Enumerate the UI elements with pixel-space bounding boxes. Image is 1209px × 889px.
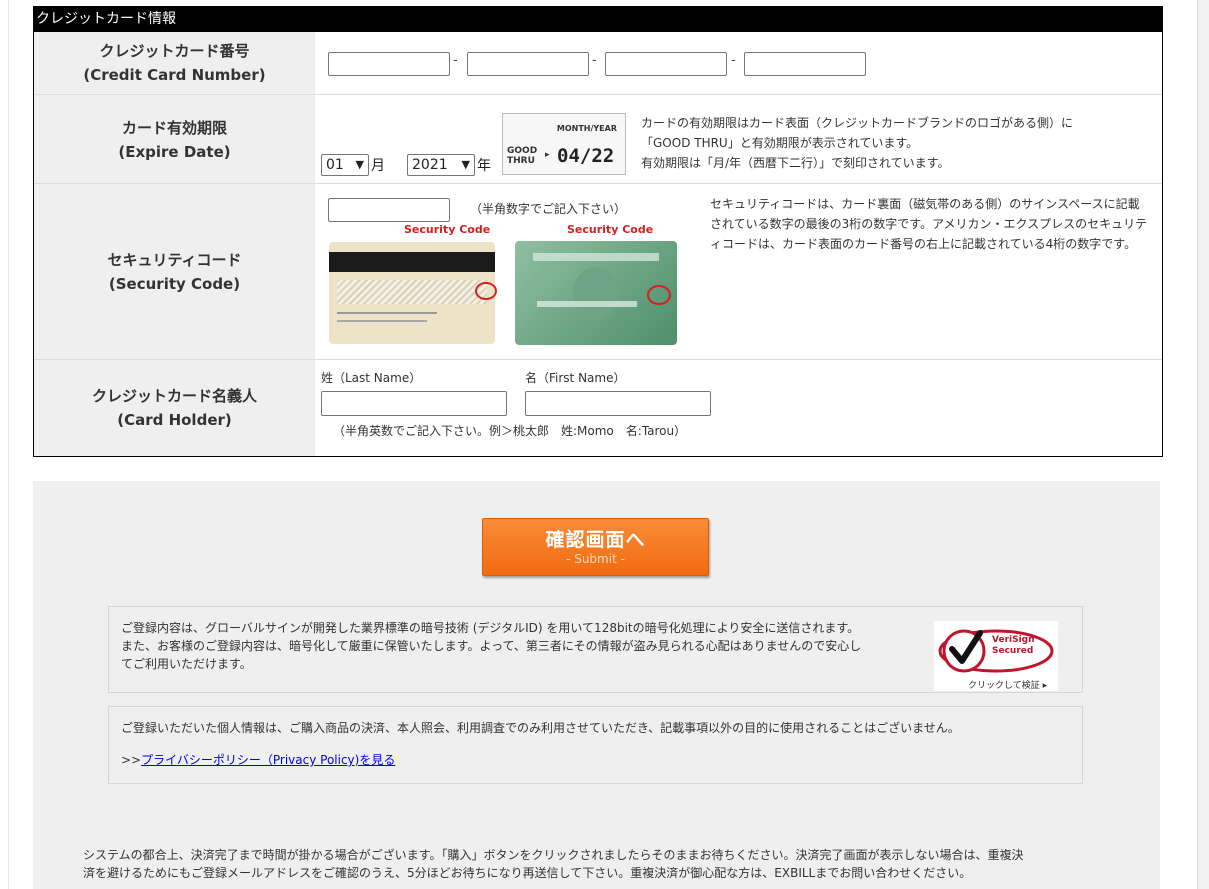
- confirmation-area: 確認画面へ - Submit - ご登録内容は、グローバルサインが開発した業界標…: [33, 481, 1160, 889]
- expire-note-line: カードの有効期限はカード表面（クレジットカードブランドのロゴがある側）に: [641, 116, 1074, 130]
- last-name-label: 姓（Last Name）: [321, 371, 422, 385]
- card-number-input-1[interactable]: [328, 52, 450, 76]
- card-holder-hint: （半角英数でご記入下さい。例＞桃太郎 姓:Momo 名:Tarou）: [333, 424, 687, 438]
- verisign-caption[interactable]: クリックして検証 ▸: [968, 677, 1047, 695]
- expire-date-note: カードの有効期限はカード表面（クレジットカードブランドのロゴがある側）に 「GO…: [641, 113, 1073, 173]
- expire-year-value: 2021: [412, 157, 448, 173]
- scrollbar[interactable]: [1197, 0, 1209, 889]
- section-title: クレジットカード情報: [34, 7, 1162, 32]
- submit-button-sublabel: - Submit -: [566, 552, 625, 566]
- submit-button-label: 確認画面へ: [545, 529, 646, 551]
- security-code-note: セキュリティコードは、カード裏面（磁気帯のある側）のサインスペースに記載されてい…: [710, 197, 1148, 251]
- ssl-info-box: ご登録内容は、グローバルサインが開発した業界標準の暗号技術 (デジタルID) を…: [108, 606, 1083, 693]
- sample-good-thru: GOOD THRU: [507, 146, 537, 166]
- card-number-separator: -: [731, 53, 736, 68]
- card-holder-fields: 姓（Last Name） 名（First Name） （半角英数でご記入下さい。…: [315, 360, 1162, 456]
- ssl-info-line: ご登録内容は、グローバルサインが開発した業界標準の暗号技術 (デジタルID) を…: [121, 621, 860, 635]
- card-number-separator: -: [453, 53, 458, 68]
- card-number-input-4[interactable]: [744, 52, 866, 76]
- privacy-box: ご登録いただいた個人情報は、ご購入商品の決済、本人照会、利用調査でのみ利用させて…: [108, 706, 1083, 784]
- bottom-note-line: 済を避けるためにもご登録メールアドレスをご確認のうえ、5分ほどお待ちになり再送信…: [83, 866, 972, 880]
- expire-month-select[interactable]: 01 ▼: [321, 154, 369, 176]
- security-code-input[interactable]: [328, 198, 450, 222]
- security-code-fields: （半角数字でご記入下さい） Security Code Security Cod…: [315, 184, 1162, 360]
- verisign-text: VeriSign Secured: [992, 635, 1035, 657]
- expire-date-label-jp: カード有効期限: [121, 118, 227, 137]
- card-number-fields: - - -: [315, 32, 1162, 94]
- verisign-badge[interactable]: VeriSign Secured クリックして検証 ▸: [934, 621, 1058, 691]
- expire-note-line: 有効期限は「月/年（西暦下二行）」で刻印されています。: [641, 156, 950, 170]
- card-back-image: [329, 242, 497, 344]
- privacy-policy-link[interactable]: プライバシーポリシー（Privacy Policy)を見る: [141, 753, 395, 767]
- amex-card-image: [515, 241, 677, 345]
- card-number-separator: -: [592, 53, 597, 68]
- privacy-text: ご登録いただいた個人情報は、ご購入商品の決済、本人照会、利用調査でのみ利用させて…: [121, 721, 960, 735]
- security-code-label-jp: セキュリティコード: [107, 251, 242, 269]
- card-number-label: クレジットカード番号 (Credit Card Number): [34, 32, 315, 94]
- card-holder-label-jp: クレジットカード名義人: [91, 387, 257, 405]
- sample-date: 04/22: [557, 145, 615, 167]
- first-name-input[interactable]: [525, 391, 711, 416]
- page-frame: [8, 0, 9, 889]
- security-code-label-back: Security Code: [404, 223, 491, 236]
- ssl-info-line: てご利用いただけます。: [121, 657, 252, 671]
- sample-good: GOOD: [507, 146, 538, 156]
- card-number-label-en: (Credit Card Number): [83, 66, 266, 84]
- card-number-input-2[interactable]: [467, 52, 589, 76]
- expire-note-line: 「GOOD THRU」と有効期限が表示されています。: [641, 136, 919, 150]
- security-code-label-en: (Security Code): [108, 275, 241, 293]
- security-code-label-front: Security Code: [567, 223, 654, 236]
- sample-month-year: MONTH/YEAR: [556, 124, 617, 133]
- ssl-info-line: また、お客様のご登録内容は、暗号化して厳重に保管いたします。よって、第三者にその…: [121, 639, 862, 653]
- card-holder-label-en: (Card Holder): [117, 411, 232, 429]
- card-number-input-3[interactable]: [605, 52, 727, 76]
- card-holder-row: クレジットカード名義人 (Card Holder) 姓（Last Name） 名…: [34, 359, 1162, 456]
- security-code-hint: （半角数字でご記入下さい）: [470, 202, 627, 216]
- expire-date-label-en: (Expire Date): [118, 142, 231, 161]
- expire-date-row: カード有効期限 (Expire Date) 01 ▼ 月 2021 ▼ 年 MO…: [34, 94, 1162, 184]
- chevron-down-icon: ▼: [355, 158, 364, 171]
- expire-month-value: 01: [326, 157, 344, 173]
- credit-card-form: クレジットカード情報 クレジットカード番号 (Credit Card Numbe…: [33, 6, 1163, 457]
- chevron-down-icon: ▼: [461, 158, 470, 171]
- verisign-line1: VeriSign: [992, 635, 1035, 645]
- expire-date-fields: 01 ▼ 月 2021 ▼ 年 MONTH/YEAR GOOD THRU ▸ 0…: [315, 95, 1162, 184]
- bottom-note: システムの都合上、決済完了まで時間が掛かる場合がございます。「購入」ボタンをクリ…: [83, 846, 1113, 882]
- security-code-row: セキュリティコード (Security Code) （半角数字でご記入下さい） …: [34, 183, 1162, 360]
- bottom-note-line: システムの都合上、決済完了まで時間が掛かる場合がございます。「購入」ボタンをクリ…: [83, 848, 1024, 862]
- sample-thru: THRU: [507, 156, 535, 166]
- privacy-link-line: >>プライバシーポリシー（Privacy Policy)を見る: [121, 751, 1070, 769]
- security-code-label: セキュリティコード (Security Code): [34, 184, 315, 360]
- last-name-input[interactable]: [321, 391, 507, 416]
- card-holder-label: クレジットカード名義人 (Card Holder): [34, 360, 315, 456]
- first-name-label: 名（First Name）: [525, 371, 626, 385]
- arrow-right-icon: ▸: [545, 150, 550, 160]
- verisign-line2: Secured: [992, 646, 1034, 656]
- month-unit: 月: [371, 158, 385, 174]
- card-number-row: クレジットカード番号 (Credit Card Number) - - -: [34, 32, 1162, 94]
- expire-date-sample-image: MONTH/YEAR GOOD THRU ▸ 04/22: [502, 113, 626, 175]
- card-number-label-jp: クレジットカード番号: [99, 42, 250, 60]
- expire-year-select[interactable]: 2021 ▼: [407, 154, 475, 176]
- expire-date-label: カード有効期限 (Expire Date): [34, 95, 315, 184]
- year-unit: 年: [477, 158, 491, 174]
- privacy-link-prefix: >>: [121, 753, 142, 767]
- submit-button[interactable]: 確認画面へ - Submit -: [482, 518, 709, 576]
